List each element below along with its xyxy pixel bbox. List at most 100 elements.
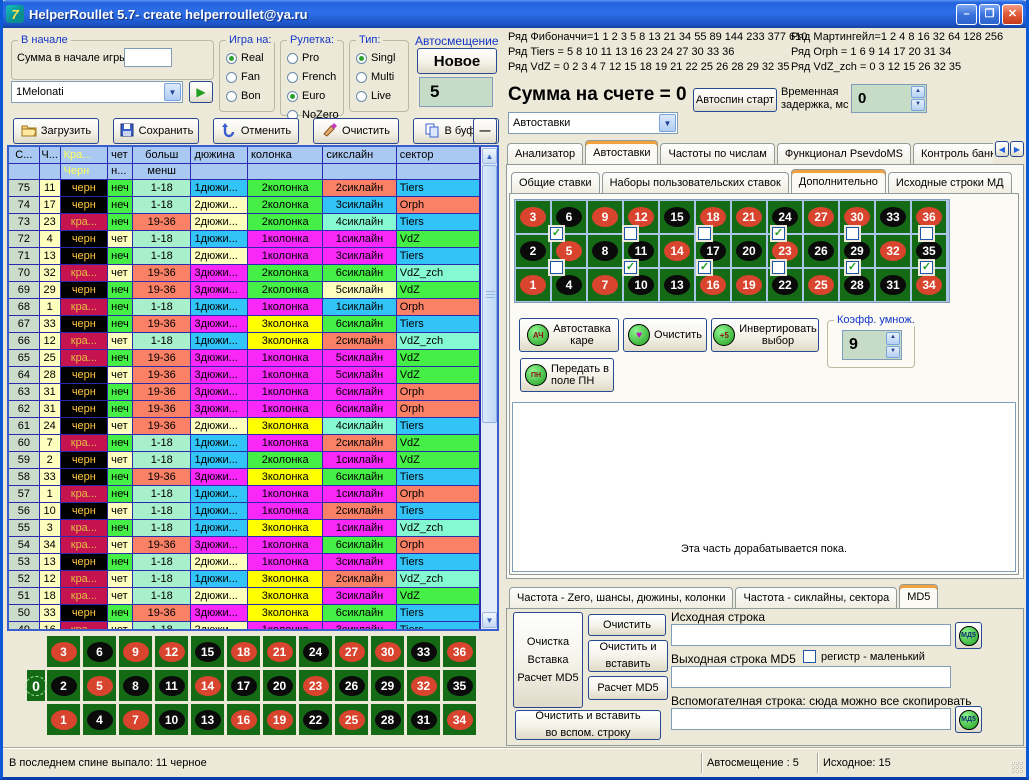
number-chip-20[interactable]: 20 xyxy=(267,676,293,696)
table-row[interactable]: 592чернчет1-181дюжи...2колонка1сиклайнVd… xyxy=(9,452,480,469)
number-chip-9[interactable]: 9 xyxy=(123,642,149,662)
number-chip-27[interactable]: 27 xyxy=(808,207,834,227)
table-row[interactable]: 5610чернчет1-181дюжи...1колонка2сиклайнT… xyxy=(9,503,480,520)
tab-scroll-right-icon[interactable]: ▶ xyxy=(1010,141,1024,157)
tab-bottom-2[interactable]: MD5 xyxy=(899,584,938,609)
board-cell[interactable]: 14 xyxy=(660,235,694,267)
board-cell[interactable]: 32 xyxy=(407,670,440,701)
radio-icon[interactable] xyxy=(226,72,237,83)
table-row[interactable]: 571кра...неч1-181дюжи...1колонка1сиклайн… xyxy=(9,486,480,503)
tab-main-0[interactable]: Анализатор xyxy=(507,143,583,165)
board-cell[interactable]: 7 xyxy=(588,269,622,301)
number-chip-15[interactable]: 15 xyxy=(664,207,690,227)
number-chip-28[interactable]: 28 xyxy=(844,275,870,295)
radio-icon[interactable] xyxy=(226,91,237,102)
number-chip-12[interactable]: 12 xyxy=(159,642,185,662)
number-chip-23[interactable]: 23 xyxy=(772,241,798,261)
md5-calc-button[interactable]: Расчет MD5 xyxy=(588,676,668,700)
number-chip-32[interactable]: 32 xyxy=(880,241,906,261)
number-chip-34[interactable]: 34 xyxy=(916,275,942,295)
zero-cell[interactable]: 0 xyxy=(27,670,45,701)
invert-selection-button[interactable]: +5 Инвертироватьвыбор xyxy=(711,318,819,352)
number-chip-28[interactable]: 28 xyxy=(375,710,401,730)
table-scrollbar[interactable]: ▲ ▼ xyxy=(480,147,497,629)
md5-run-button[interactable]: МД5 xyxy=(955,622,982,649)
corner-bet-checkbox[interactable] xyxy=(920,227,933,240)
scroll-thumb[interactable] xyxy=(482,165,497,423)
number-chip-10[interactable]: 10 xyxy=(628,275,654,295)
board-cell[interactable]: 20 xyxy=(263,670,296,701)
table-row[interactable]: 5833черннеч19-363дюжи...3колонка6сиклайн… xyxy=(9,469,480,486)
spin-up-icon[interactable]: ▲ xyxy=(911,86,925,98)
number-chip-17[interactable]: 17 xyxy=(700,241,726,261)
number-chip-5[interactable]: 5 xyxy=(556,241,582,261)
number-chip-5[interactable]: 5 xyxy=(87,676,113,696)
number-chip-29[interactable]: 29 xyxy=(375,676,401,696)
md5-output-input[interactable] xyxy=(671,666,951,688)
md5-clear-and-paste-button[interactable]: Очистить ивставить xyxy=(588,640,668,672)
board-cell[interactable]: 21 xyxy=(732,201,766,233)
board-cell[interactable]: 30 xyxy=(371,636,404,667)
number-chip-35[interactable]: 35 xyxy=(916,241,942,261)
table-row[interactable]: 6124чернчет19-362дюжи...3колонка4сиклайн… xyxy=(9,418,480,435)
number-chip-24[interactable]: 24 xyxy=(303,642,329,662)
number-chip-22[interactable]: 22 xyxy=(772,275,798,295)
md5-aux-input[interactable] xyxy=(671,708,951,730)
tab-scroll-left-icon[interactable]: ◀ xyxy=(995,141,1009,157)
tab-main-1[interactable]: Автоставки xyxy=(585,140,658,165)
board-cell[interactable]: 13 xyxy=(191,704,224,735)
board-cell[interactable]: 27 xyxy=(804,201,838,233)
spins-table[interactable]: С...Ч...Кра...четбольшдюжинаколонкасиксл… xyxy=(7,145,499,631)
number-chip-25[interactable]: 25 xyxy=(339,710,365,730)
roulette-board[interactable]: 0369121518212427303336258111417202326293… xyxy=(9,634,497,742)
number-chip-3[interactable]: 3 xyxy=(51,642,77,662)
number-chip-11[interactable]: 11 xyxy=(628,241,654,261)
number-chip-16[interactable]: 16 xyxy=(700,275,726,295)
board-cell[interactable]: 18 xyxy=(227,636,260,667)
register-checkbox[interactable] xyxy=(803,650,816,663)
collapse-button[interactable]: — xyxy=(473,118,497,144)
tab-main-4[interactable]: Контроль банкрол xyxy=(913,143,993,165)
number-chip-26[interactable]: 26 xyxy=(808,241,834,261)
number-chip-36[interactable]: 36 xyxy=(447,642,473,662)
table-row[interactable]: 6612кра...чет1-181дюжи...3колонка2сиклай… xyxy=(9,333,480,350)
md5-aux-run-button[interactable]: МД5 xyxy=(955,706,982,733)
number-chip-4[interactable]: 4 xyxy=(87,710,113,730)
number-chip-33[interactable]: 33 xyxy=(880,207,906,227)
board-cell[interactable]: 9 xyxy=(588,201,622,233)
radio-option-french[interactable]: French xyxy=(287,71,336,83)
tab-sub-3[interactable]: Исходные строки МД xyxy=(888,172,1012,194)
corner-bet-checkbox[interactable] xyxy=(698,227,711,240)
board-cell[interactable]: 25 xyxy=(804,269,838,301)
register-option[interactable]: регистр - маленький xyxy=(803,650,925,663)
number-chip-12[interactable]: 12 xyxy=(628,207,654,227)
board-cell[interactable]: 22 xyxy=(299,704,332,735)
table-row[interactable]: 681кра...неч1-181дюжи...1колонка1сиклайн… xyxy=(9,299,480,316)
table-row[interactable]: 7511черннеч1-181дюжи...2колонка2сиклайнT… xyxy=(9,180,480,197)
number-chip-25[interactable]: 25 xyxy=(808,275,834,295)
board-cell[interactable]: 15 xyxy=(191,636,224,667)
spin-up-icon[interactable]: ▲ xyxy=(886,332,900,345)
board-cell[interactable]: 16 xyxy=(227,704,260,735)
play-button[interactable]: ▶ xyxy=(189,81,213,103)
corner-bet-checkbox[interactable]: ✓ xyxy=(846,261,859,274)
number-chip-6[interactable]: 6 xyxy=(87,642,113,662)
corner-bet-checkbox[interactable]: ✓ xyxy=(550,227,563,240)
number-chip-34[interactable]: 34 xyxy=(447,710,473,730)
delay-spinner[interactable]: 0 ▲▼ xyxy=(851,84,927,113)
number-chip-11[interactable]: 11 xyxy=(159,676,185,696)
number-chip-14[interactable]: 14 xyxy=(664,241,690,261)
radio-option-live[interactable]: Live xyxy=(356,90,391,102)
board-cell[interactable]: 31 xyxy=(407,704,440,735)
autobets-combobox[interactable]: Автоставки ▼ xyxy=(508,112,678,134)
board-cell[interactable]: 6 xyxy=(83,636,116,667)
radio-icon[interactable] xyxy=(287,72,298,83)
tab-main-3[interactable]: Функционал PsevdoMS xyxy=(777,143,911,165)
minimize-button[interactable]: – xyxy=(956,4,977,25)
corner-bet-checkbox[interactable]: ✓ xyxy=(920,261,933,274)
board-cell[interactable]: 13 xyxy=(660,269,694,301)
start-sum-input[interactable] xyxy=(124,48,172,67)
number-chip-26[interactable]: 26 xyxy=(339,676,365,696)
new-button[interactable]: Новое xyxy=(417,48,497,74)
number-chip-16[interactable]: 16 xyxy=(231,710,257,730)
